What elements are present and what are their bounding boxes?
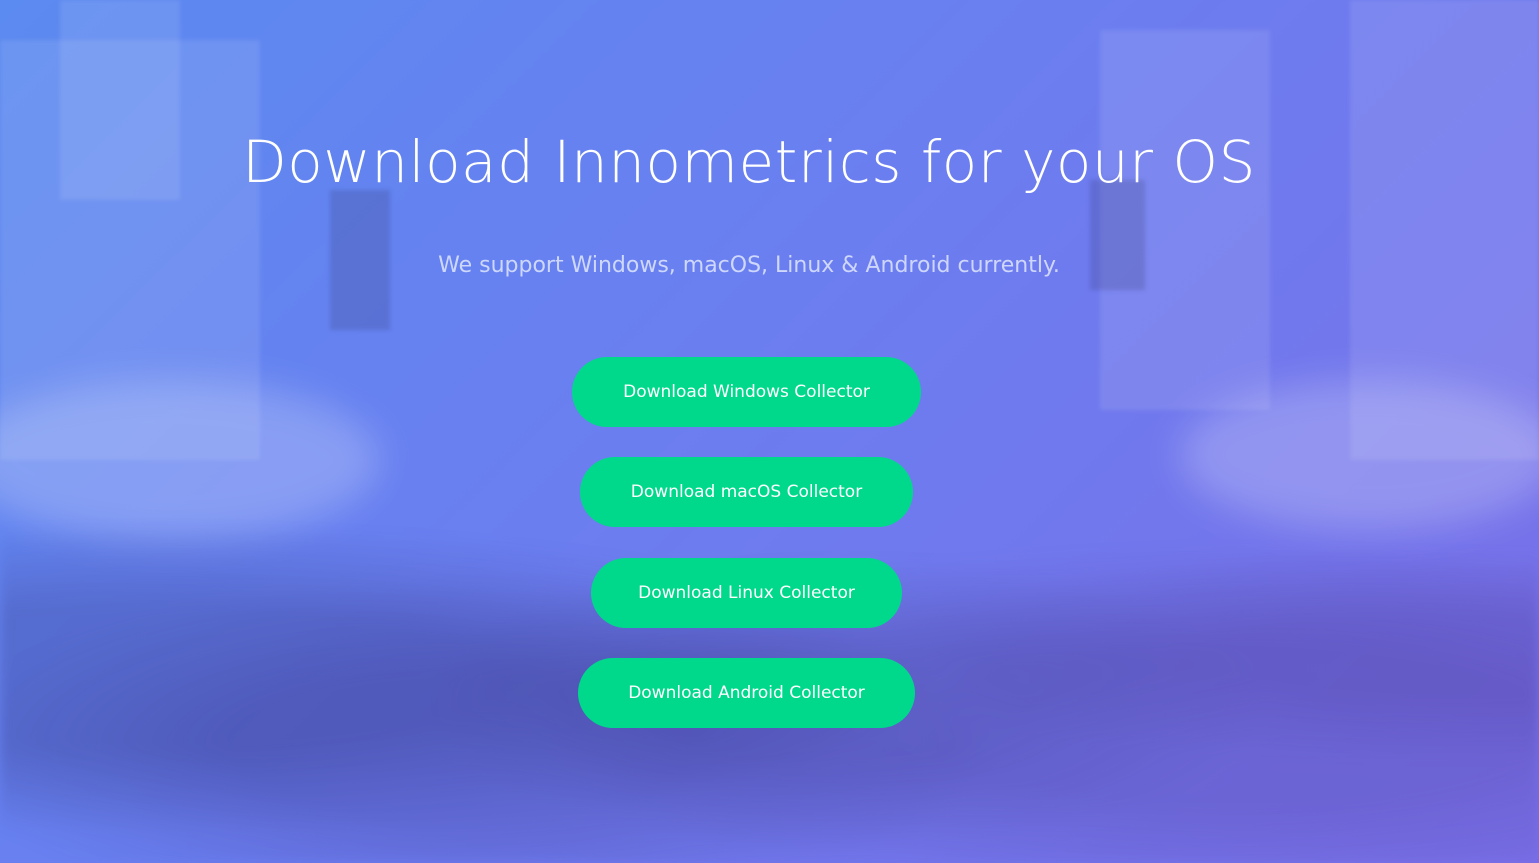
hero-section: Download Innometrics for your OS We supp… xyxy=(0,0,1539,863)
page-subtitle: We support Windows, macOS, Linux & Andro… xyxy=(438,253,1060,278)
download-android-button[interactable]: Download Android Collector xyxy=(578,658,915,728)
download-linux-button[interactable]: Download Linux Collector xyxy=(591,558,902,628)
download-windows-button[interactable]: Download Windows Collector xyxy=(572,357,921,427)
download-macos-button[interactable]: Download macOS Collector xyxy=(580,457,913,527)
page-title: Download Innometrics for your OS xyxy=(242,128,1256,196)
